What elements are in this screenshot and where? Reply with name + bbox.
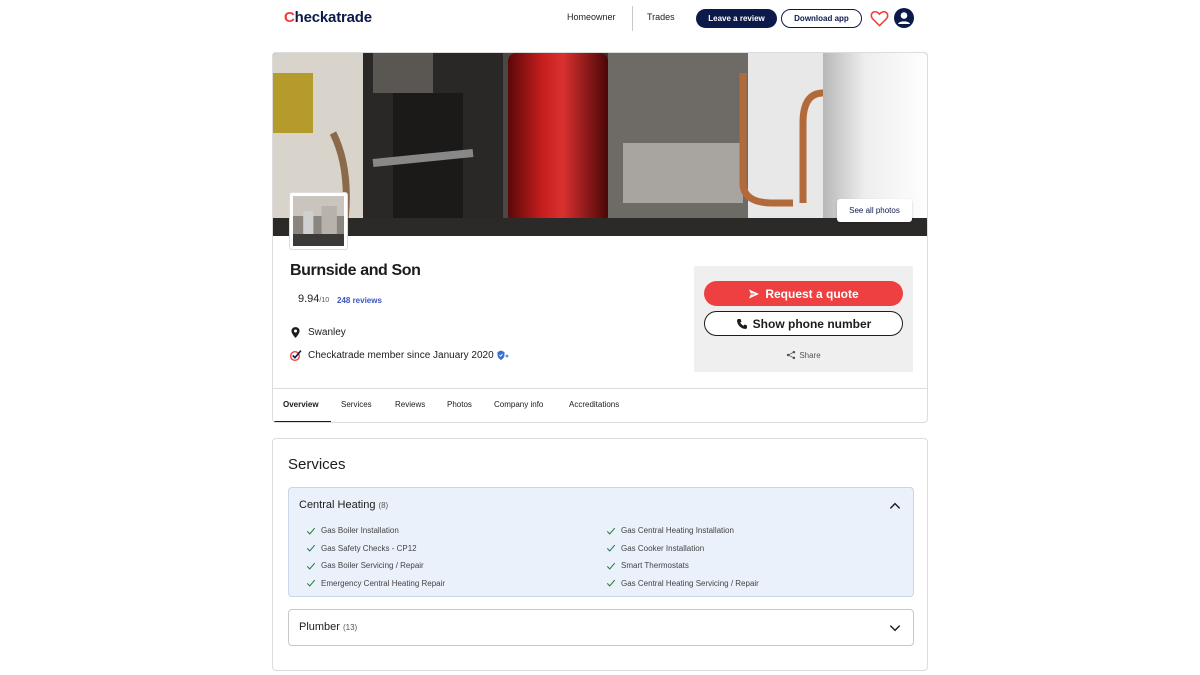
chevron-up-icon[interactable] <box>888 499 902 513</box>
list-item: Gas Cooker Installation <box>606 540 759 558</box>
checkatrade-tick-icon <box>289 350 302 362</box>
accordion-central-heating[interactable]: Central Heating (8) Gas Boiler Installati… <box>288 487 914 597</box>
site-header: Checka trade Homeowner Trades Leave a rev… <box>0 0 1200 37</box>
nav-trades[interactable]: Trades <box>647 12 675 22</box>
logo-suffix: trade <box>336 9 372 26</box>
service-name: Gas Safety Checks - CP12 <box>321 543 417 553</box>
services-heading: Services <box>288 456 346 473</box>
list-item: Gas Boiler Installation <box>306 522 445 540</box>
check-icon <box>606 562 616 570</box>
rating-score: 9.94/10 <box>298 293 329 305</box>
services-card: Services Central Heating (8) Gas Boiler I… <box>272 438 928 671</box>
download-app-button[interactable]: Download app <box>781 9 862 28</box>
check-icon <box>606 527 616 535</box>
list-item: Gas Central Heating Servicing / Repair <box>606 575 759 593</box>
profile-tabs: Overview Services Reviews Photos Company… <box>273 388 927 422</box>
check-icon <box>606 544 616 552</box>
account-icon[interactable] <box>894 8 914 28</box>
heart-icon[interactable] <box>870 9 889 28</box>
service-list-left: Gas Boiler Installation Gas Safety Check… <box>306 522 445 592</box>
check-icon <box>306 579 316 587</box>
service-name: Gas Boiler Installation <box>321 526 399 536</box>
phone-icon <box>736 318 747 329</box>
hero-photo[interactable] <box>273 53 927 236</box>
list-item: Gas Safety Checks - CP12 <box>306 540 445 558</box>
share-icon <box>787 350 796 360</box>
location-row: Swanley <box>289 326 346 339</box>
location-text: Swanley <box>308 327 346 338</box>
request-quote-button[interactable]: Request a quote <box>704 281 903 306</box>
rating-value: 9.94 <box>298 293 320 305</box>
check-icon <box>306 527 316 535</box>
tab-overview[interactable]: Overview <box>283 400 319 409</box>
accordion-title: Central Heating <box>299 499 376 511</box>
request-quote-label: Request a quote <box>765 286 859 301</box>
list-item: Smart Thermostats <box>606 557 759 575</box>
active-tab-indicator <box>273 421 331 422</box>
check-icon <box>306 544 316 552</box>
service-name: Gas Central Heating Installation <box>621 526 734 536</box>
share-button[interactable]: Share <box>694 350 913 360</box>
tab-reviews[interactable]: Reviews <box>395 400 425 409</box>
tab-photos[interactable]: Photos <box>447 400 472 409</box>
tab-accreditations[interactable]: Accreditations <box>569 400 619 409</box>
service-name: Gas Central Heating Servicing / Repair <box>621 578 759 588</box>
reviews-count-link[interactable]: 248 reviews <box>337 296 382 305</box>
verified-shield-icon <box>497 350 509 360</box>
member-since-text: Checkatrade member since January 2020 <box>308 350 494 361</box>
service-name: Gas Cooker Installation <box>621 543 705 553</box>
chevron-down-icon[interactable] <box>888 621 902 635</box>
rating-scale: /10 <box>319 297 330 304</box>
nav-divider <box>632 6 633 31</box>
profile-thumbnail[interactable] <box>289 192 348 250</box>
accordion-count: (8) <box>378 501 389 510</box>
check-icon <box>606 579 616 587</box>
logo-check-letter: C <box>284 9 295 26</box>
leave-review-button[interactable]: Leave a review <box>696 9 777 28</box>
service-list-right: Gas Central Heating Installation Gas Coo… <box>606 522 759 592</box>
accordion-header: Plumber (13) <box>299 621 357 633</box>
accordion-title: Plumber <box>299 621 340 633</box>
logo-mid: hecka <box>294 9 337 26</box>
check-icon <box>306 562 316 570</box>
list-item: Gas Central Heating Installation <box>606 522 759 540</box>
show-phone-label: Show phone number <box>752 316 872 331</box>
accordion-header: Central Heating (8) <box>299 499 388 511</box>
send-icon <box>749 289 760 298</box>
business-name: Burnside and Son <box>290 262 421 279</box>
location-pin-icon <box>291 327 300 338</box>
list-item: Emergency Central Heating Repair <box>306 575 445 593</box>
share-label: Share <box>799 350 821 360</box>
tab-services[interactable]: Services <box>341 400 372 409</box>
member-since-row: Checkatrade member since January 2020 <box>289 349 509 362</box>
profile-card: See all photos Burnside and Son 9.94/10 … <box>272 52 928 423</box>
list-item: Gas Boiler Servicing / Repair <box>306 557 445 575</box>
nav-homeowner[interactable]: Homeowner <box>567 12 616 22</box>
service-name: Emergency Central Heating Repair <box>321 578 446 588</box>
checkatrade-logo[interactable]: Checka trade <box>284 9 372 26</box>
service-name: Smart Thermostats <box>621 561 689 571</box>
service-name: Gas Boiler Servicing / Repair <box>321 561 424 571</box>
accordion-count: (13) <box>342 623 358 632</box>
tab-company-info[interactable]: Company info <box>494 400 543 409</box>
show-phone-button[interactable]: Show phone number <box>704 311 903 336</box>
accordion-plumber[interactable]: Plumber (13) <box>288 609 914 646</box>
contact-actions-panel: Request a quote Show phone number Share <box>694 266 913 372</box>
see-all-photos-button[interactable]: See all photos <box>837 199 912 222</box>
